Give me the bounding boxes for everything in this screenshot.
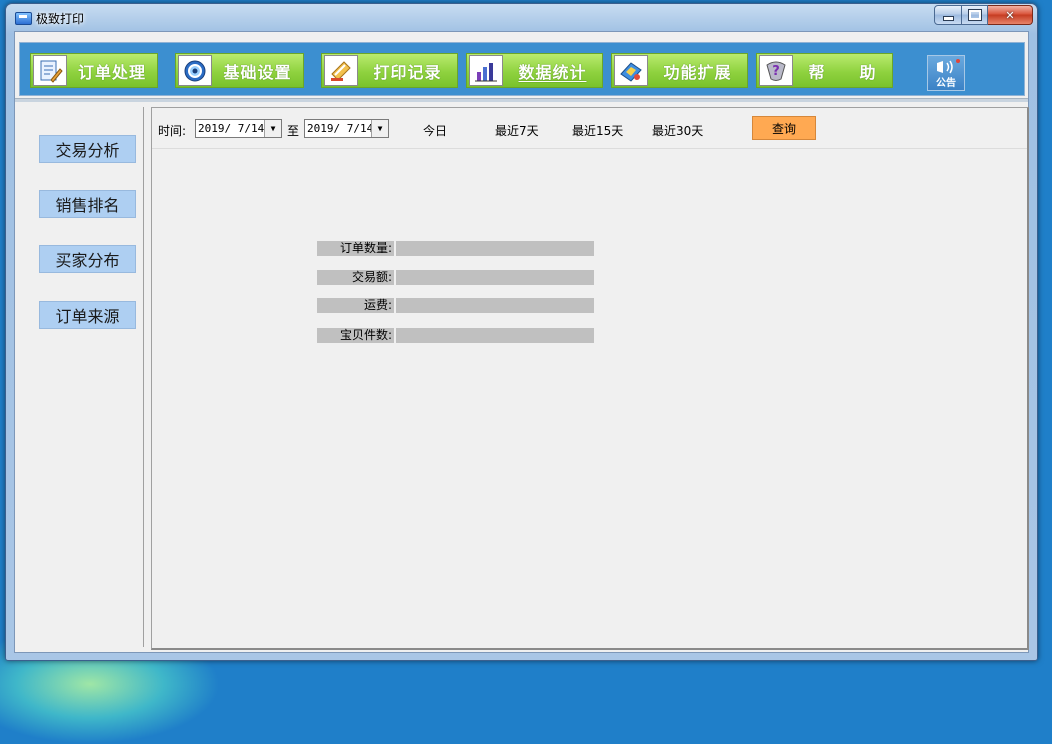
item-count-value bbox=[396, 328, 594, 343]
start-date-picker[interactable]: 2019/ 7/14 ▼ bbox=[195, 119, 282, 138]
toolbar-label: 订单处理 bbox=[77, 62, 146, 82]
notice-label: 公告 bbox=[936, 78, 956, 89]
caption-buttons: ✕ bbox=[934, 5, 1033, 25]
close-icon: ✕ bbox=[1005, 8, 1015, 22]
time-label: 时间: bbox=[158, 124, 187, 138]
app-printer-icon bbox=[15, 12, 32, 25]
app-window: 极致打印 ✕ 订单处理 基础设置 打印记录 数据统计 功能扩展 ? 帮 助 公告… bbox=[5, 3, 1038, 661]
toolbar-label: 基础设置 bbox=[223, 62, 292, 82]
end-date-picker[interactable]: 2019/ 7/14 ▼ bbox=[304, 119, 389, 138]
toolbar-label: 帮 助 bbox=[808, 62, 877, 82]
range-today-link[interactable]: 今日 bbox=[423, 122, 447, 139]
transaction-amount-value bbox=[396, 270, 594, 285]
range-30-days-link[interactable]: 最近30天 bbox=[652, 122, 703, 139]
shipping-fee-label: 运费: bbox=[317, 298, 394, 313]
sidebar-item-order-source[interactable]: 订单来源 bbox=[39, 301, 136, 329]
maximize-button[interactable] bbox=[962, 5, 988, 25]
window-title: 极致打印 bbox=[36, 12, 85, 26]
extension-icon bbox=[614, 55, 648, 86]
order-document-icon bbox=[33, 55, 67, 86]
close-button[interactable]: ✕ bbox=[988, 5, 1033, 25]
chevron-down-icon[interactable]: ▼ bbox=[371, 120, 388, 137]
statistics-panel: 时间: 2019/ 7/14 ▼ 至 2019/ 7/14 ▼ 今日 最近7天 … bbox=[151, 107, 1029, 650]
toolbar-feature-extension-button[interactable]: 功能扩展 bbox=[611, 53, 748, 88]
print-record-icon bbox=[324, 55, 358, 86]
sidebar-item-transaction-analysis[interactable]: 交易分析 bbox=[39, 135, 136, 163]
filter-bar: 时间: 2019/ 7/14 ▼ 至 2019/ 7/14 ▼ 今日 最近7天 … bbox=[152, 108, 1027, 149]
minimize-icon bbox=[942, 15, 954, 21]
sidebar-item-buyer-distribution[interactable]: 买家分布 bbox=[39, 245, 136, 273]
toolbar-label: 数据统计 bbox=[518, 62, 587, 82]
to-label: 至 bbox=[287, 124, 300, 138]
settings-gear-icon bbox=[178, 55, 212, 86]
end-date-value: 2019/ 7/14 bbox=[307, 122, 374, 135]
toolbar-basic-settings-button[interactable]: 基础设置 bbox=[175, 53, 304, 88]
range-15-days-link[interactable]: 最近15天 bbox=[572, 122, 623, 139]
help-question-icon: ? bbox=[759, 55, 793, 86]
client-area: 订单处理 基础设置 打印记录 数据统计 功能扩展 ? 帮 助 公告 交易分析 销… bbox=[14, 31, 1029, 653]
shipping-fee-value bbox=[396, 298, 594, 313]
toolbar-label: 功能扩展 bbox=[663, 62, 732, 82]
start-date-value: 2019/ 7/14 bbox=[198, 122, 265, 135]
query-button[interactable]: 查询 bbox=[752, 116, 816, 140]
toolbar-help-button[interactable]: ? 帮 助 bbox=[756, 53, 893, 88]
toolbar-label: 打印记录 bbox=[373, 62, 442, 82]
toolbar-data-statistics-button[interactable]: 数据统计 bbox=[466, 53, 603, 88]
toolbar-order-processing-button[interactable]: 订单处理 bbox=[30, 53, 158, 88]
minimize-button[interactable] bbox=[934, 5, 962, 25]
notice-button[interactable]: 公告 bbox=[927, 55, 965, 91]
order-count-label: 订单数量: bbox=[317, 241, 394, 256]
transaction-amount-label: 交易额: bbox=[317, 270, 394, 285]
sidebar: 交易分析 销售排名 买家分布 订单来源 bbox=[17, 107, 144, 647]
main-toolbar: 订单处理 基础设置 打印记录 数据统计 功能扩展 ? 帮 助 公告 bbox=[19, 42, 1025, 96]
title-bar[interactable]: 极致打印 ✕ bbox=[6, 4, 1037, 30]
sidebar-item-sales-ranking[interactable]: 销售排名 bbox=[39, 190, 136, 218]
order-count-value bbox=[396, 241, 594, 256]
item-count-label: 宝贝件数: bbox=[317, 328, 394, 343]
range-7-days-link[interactable]: 最近7天 bbox=[495, 122, 539, 139]
maximize-icon bbox=[967, 9, 982, 21]
svg-text:?: ? bbox=[772, 64, 780, 79]
bar-chart-icon bbox=[469, 55, 503, 86]
toolbar-divider bbox=[15, 98, 1028, 102]
toolbar-print-record-button[interactable]: 打印记录 bbox=[321, 53, 458, 88]
chevron-down-icon[interactable]: ▼ bbox=[264, 120, 281, 137]
